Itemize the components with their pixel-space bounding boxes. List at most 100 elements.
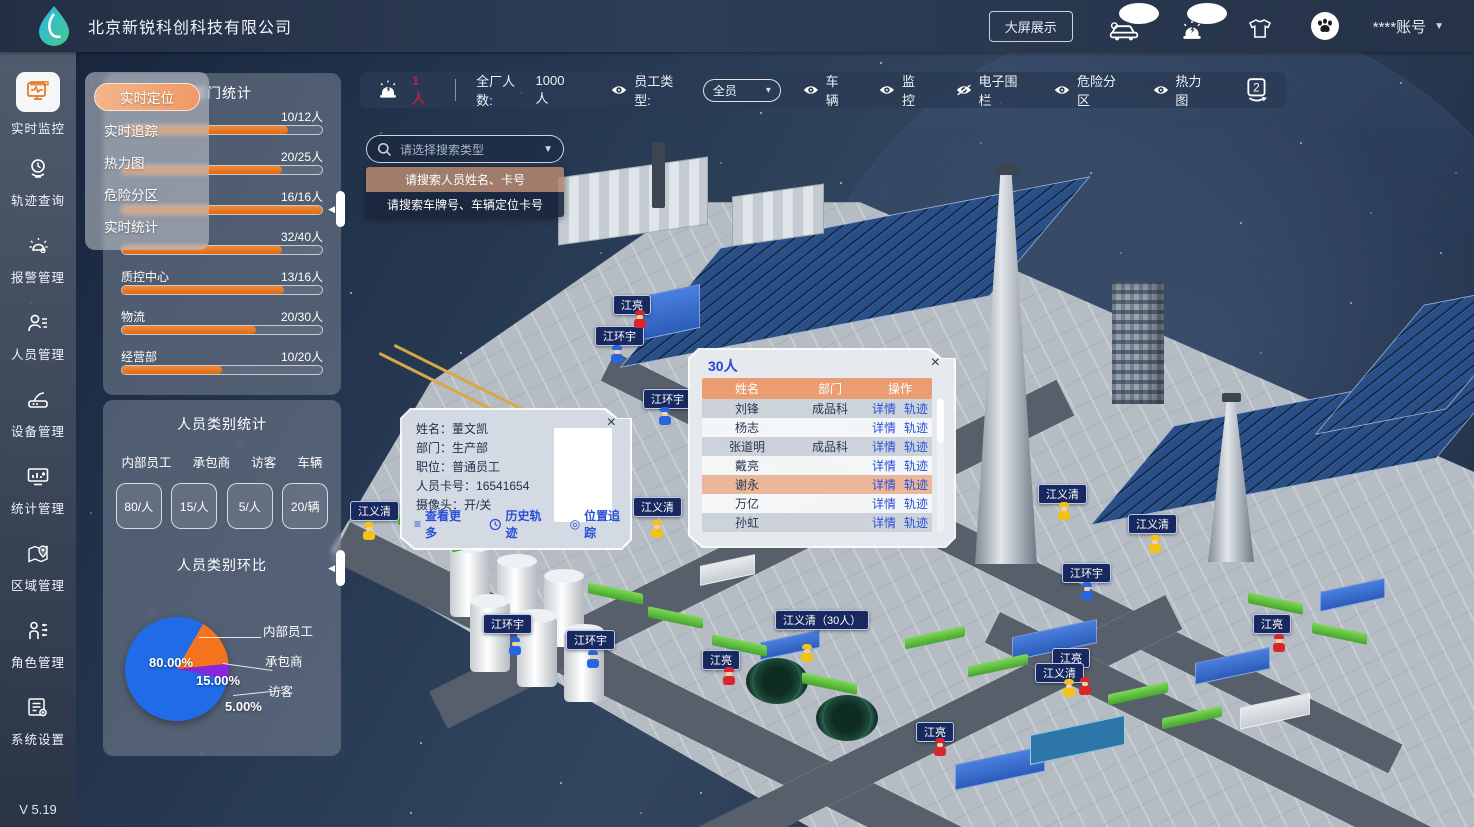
vehicle-tooltip-bubble	[1119, 3, 1159, 24]
heatmap-toggle[interactable]: 热力图	[1153, 71, 1208, 109]
search-option-vehicle[interactable]: 请搜索车牌号、车辆定位卡号	[366, 192, 564, 217]
detail-link[interactable]: 详情	[868, 495, 900, 512]
search-option-person[interactable]: 请搜索人员姓名、卡号	[366, 167, 564, 192]
history-track-button[interactable]: 历史轨迹	[489, 507, 552, 541]
track-link[interactable]: 轨迹	[900, 400, 932, 417]
pie-value-visitor: 5.00%	[225, 699, 262, 714]
sidebar-item-track-query[interactable]: 轨迹查询	[0, 143, 76, 220]
track-link[interactable]: 轨迹	[900, 514, 932, 531]
detail-link[interactable]: 详情	[868, 419, 900, 436]
worker-icon[interactable]	[658, 407, 672, 428]
sidebar-item-role-manage[interactable]: 角色管理	[0, 605, 76, 682]
sidebar-item-alarm-manage[interactable]: 报警管理	[0, 220, 76, 297]
dept-bar	[122, 286, 284, 294]
monitor-pulse-icon	[16, 72, 60, 112]
submenu-realtime-track[interactable]: 实时追踪	[94, 117, 200, 143]
user-avatar[interactable]	[1311, 12, 1339, 40]
worker-icon[interactable]	[1272, 634, 1286, 655]
vehicle-toggle[interactable]: 车辆	[803, 71, 847, 109]
worker-icon[interactable]	[933, 738, 947, 759]
worker-icon[interactable]	[362, 522, 376, 543]
search-type-select[interactable]: 请选择搜索类型 ▼	[366, 135, 564, 163]
account-menu[interactable]: ****账号 ▼	[1373, 16, 1444, 37]
panel-collapse-handle[interactable]: ◀	[328, 191, 345, 227]
people-count-title: 30人	[708, 356, 738, 376]
camera-toggle[interactable]: 监控	[879, 71, 923, 109]
close-icon[interactable]: ×	[931, 354, 940, 372]
worker-icon[interactable]	[800, 644, 814, 665]
scrollbar-thumb[interactable]	[937, 399, 944, 443]
menu-icon: ≡	[414, 517, 421, 531]
clothing-icon[interactable]	[1243, 11, 1277, 41]
track-link[interactable]: 轨迹	[900, 438, 932, 455]
worker-icon[interactable]	[1080, 582, 1094, 603]
table-row: 万亿详情轨迹	[702, 494, 932, 513]
alarm-person-count[interactable]: 1人	[412, 73, 429, 107]
worker-icon[interactable]	[650, 520, 664, 541]
detail-link[interactable]: 详情	[868, 400, 900, 417]
divider	[455, 79, 456, 101]
category-count-contractor[interactable]: 15/人	[171, 483, 217, 529]
big-screen-button[interactable]: 大屏展示	[989, 11, 1073, 42]
worker-icon[interactable]	[1062, 679, 1076, 700]
track-link[interactable]: 轨迹	[900, 419, 932, 436]
location-track-button[interactable]: ◎位置追踪	[570, 507, 630, 541]
employee-type-select[interactable]: 全员 ▾	[703, 79, 781, 102]
detail-link[interactable]: 详情	[868, 438, 900, 455]
worker-icon[interactable]	[610, 345, 624, 366]
submenu-realtime-location[interactable]: 实时定位	[94, 83, 200, 111]
eye-slash-icon	[956, 83, 972, 97]
sidebar-item-area-manage[interactable]: 区域管理	[0, 528, 76, 605]
category-label: 承包商	[193, 452, 231, 471]
submenu-heatmap[interactable]: 热力图	[94, 149, 200, 175]
svg-text:2: 2	[1253, 81, 1260, 95]
map-pin-icon	[23, 539, 53, 569]
search-icon	[377, 142, 392, 157]
sidebar-item-realtime-monitor[interactable]: 实时监控	[0, 66, 76, 143]
chevron-down-icon: ▾	[766, 85, 771, 96]
track-link[interactable]: 轨迹	[900, 495, 932, 512]
pie-chart-title: 人员类别环比	[103, 555, 341, 575]
search-type-options: 请搜索人员姓名、卡号 请搜索车牌号、车辆定位卡号	[366, 167, 564, 217]
alarm-tooltip-bubble	[1187, 3, 1227, 24]
track-link[interactable]: 轨迹	[900, 457, 932, 474]
detail-link[interactable]: 详情	[868, 457, 900, 474]
worker-icon[interactable]	[722, 667, 736, 688]
detail-link[interactable]: 详情	[868, 514, 900, 531]
worker-icon[interactable]	[1078, 677, 1092, 698]
worker-icon[interactable]	[633, 310, 647, 331]
scrollbar[interactable]	[937, 399, 944, 532]
dept-row: 物流20/30人	[121, 308, 323, 343]
sidebar-item-stats-manage[interactable]: 统计管理	[0, 451, 76, 528]
category-count-internal[interactable]: 80/人	[116, 483, 162, 529]
submenu-realtime-stats[interactable]: 实时统计	[94, 213, 200, 239]
category-count-visitor[interactable]: 5/人	[227, 483, 273, 529]
sidebar-item-system-settings[interactable]: 系统设置	[0, 682, 76, 759]
submenu-danger-zone[interactable]: 危险分区	[94, 181, 200, 207]
track-link[interactable]: 轨迹	[900, 476, 932, 493]
worker-icon[interactable]	[586, 650, 600, 671]
eye-icon	[1054, 84, 1070, 96]
detail-link[interactable]: 详情	[868, 476, 900, 493]
worker-icon[interactable]	[508, 637, 522, 658]
vehicle-search-icon[interactable]	[1107, 11, 1141, 41]
dimension-2d-toggle[interactable]: 2	[1244, 77, 1270, 103]
employee-type-toggle[interactable]: 员工类型:	[611, 71, 681, 109]
close-icon[interactable]: ×	[607, 414, 616, 432]
sidebar-item-device-manage[interactable]: 设备管理	[0, 374, 76, 451]
monitor-submenu: 实时定位 实时追踪 热力图 危险分区 实时统计	[85, 72, 209, 250]
category-count-vehicle[interactable]: 20/辆	[282, 483, 328, 529]
worker-icon[interactable]	[1148, 535, 1162, 556]
efence-toggle[interactable]: 电子围栏	[956, 71, 1023, 109]
table-row: 杨志详情轨迹	[702, 418, 932, 437]
panel-collapse-handle[interactable]: ◀	[328, 550, 345, 586]
table-row: 张道明成品科详情轨迹	[702, 437, 932, 456]
map-toolbar: 1人 全厂人数: 1000人 员工类型: 全员 ▾ 车辆 监控 电子围栏 危险分…	[360, 72, 1286, 108]
view-more-button[interactable]: ≡查看更多	[414, 507, 471, 541]
danger-zone-toggle[interactable]: 危险分区	[1054, 71, 1121, 109]
worker-icon[interactable]	[1057, 502, 1071, 523]
app-version: V 5.19	[0, 802, 76, 817]
sidebar-item-personnel-manage[interactable]: 人员管理	[0, 297, 76, 374]
pie-value-contractor: 15.00%	[196, 673, 240, 688]
alarm-notification-icon[interactable]	[1175, 11, 1209, 41]
